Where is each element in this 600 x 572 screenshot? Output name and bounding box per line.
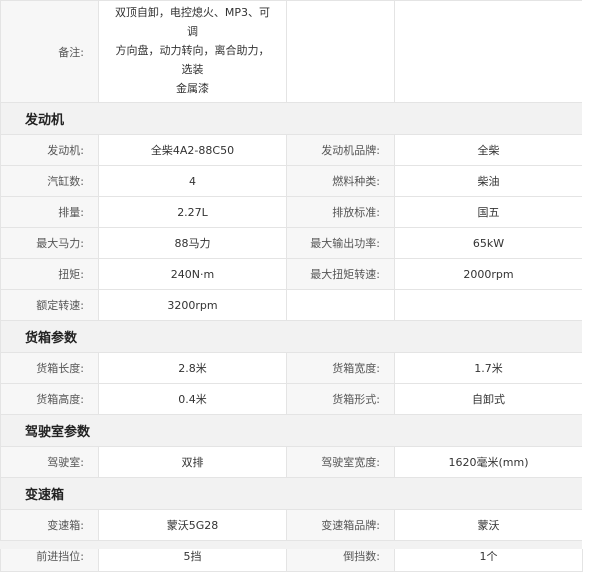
spec-label: 排量: <box>0 196 99 228</box>
notes-line: 双顶自卸，电控熄火、MP3、可调 <box>114 6 271 38</box>
notes-value: 双顶自卸，电控熄火、MP3、可调 方向盘，动力转向，离合助力，选装 金属漆 <box>98 0 287 103</box>
vehicle-spec-table: 备注: 双顶自卸，电控熄火、MP3、可调 方向盘，动力转向，离合助力，选装 金属… <box>0 0 583 572</box>
empty-cell <box>394 289 583 321</box>
spec-value: 蒙沃5G28 <box>98 509 287 541</box>
spec-label: 燃料种类: <box>286 165 395 197</box>
section-title: 发动机 <box>0 102 583 135</box>
table-row: 变速箱: 蒙沃5G28 变速箱品牌: 蒙沃 <box>0 509 583 541</box>
spec-label: 驾驶室宽度: <box>286 446 395 478</box>
spec-label: 额定转速: <box>0 289 99 321</box>
spec-label: 排放标准: <box>286 196 395 228</box>
spec-value: 全柴 <box>394 134 583 166</box>
spec-value: 88马力 <box>98 227 287 259</box>
spec-value: 2.8米 <box>98 352 287 384</box>
table-row: 额定转速: 3200rpm <box>0 289 583 321</box>
spec-value: 全柴4A2-88C50 <box>98 134 287 166</box>
table-row: 最大马力: 88马力 最大输出功率: 65kW <box>0 227 583 259</box>
section-title: 货箱参数 <box>0 320 583 353</box>
spec-label: 发动机品牌: <box>286 134 395 166</box>
spec-value: 1620毫米(mm) <box>394 446 583 478</box>
spec-value: 1.7米 <box>394 352 583 384</box>
section-gearbox: 变速箱 <box>0 477 583 510</box>
spec-value: 双排 <box>98 446 287 478</box>
section-title: 变速箱 <box>0 477 583 510</box>
section-cab: 驾驶室参数 <box>0 414 583 447</box>
spec-label: 最大马力: <box>0 227 99 259</box>
table-row: 扭矩: 240N·m 最大扭矩转速: 2000rpm <box>0 258 583 290</box>
empty-cell <box>394 0 583 103</box>
spec-label: 货箱形式: <box>286 383 395 415</box>
spec-value: 240N·m <box>98 258 287 290</box>
spec-value: 3200rpm <box>98 289 287 321</box>
next-section-edge <box>0 541 582 549</box>
notes-label: 备注: <box>0 0 99 103</box>
spec-value: 蒙沃 <box>394 509 583 541</box>
spec-label: 扭矩: <box>0 258 99 290</box>
page-margin <box>582 0 600 549</box>
spec-label: 变速箱品牌: <box>286 509 395 541</box>
spec-value: 2000rpm <box>394 258 583 290</box>
table-row: 货箱长度: 2.8米 货箱宽度: 1.7米 <box>0 352 583 384</box>
spec-label: 最大扭矩转速: <box>286 258 395 290</box>
spec-value: 4 <box>98 165 287 197</box>
table-row: 排量: 2.27L 排放标准: 国五 <box>0 196 583 228</box>
table-row: 汽缸数: 4 燃料种类: 柴油 <box>0 165 583 197</box>
spec-value: 2.27L <box>98 196 287 228</box>
notes-line: 金属漆 <box>176 82 209 95</box>
spec-label: 货箱宽度: <box>286 352 395 384</box>
spec-value: 柴油 <box>394 165 583 197</box>
spec-label: 驾驶室: <box>0 446 99 478</box>
notes-row: 备注: 双顶自卸，电控熄火、MP3、可调 方向盘，动力转向，离合助力，选装 金属… <box>0 0 583 103</box>
spec-value: 国五 <box>394 196 583 228</box>
spec-value: 65kW <box>394 227 583 259</box>
spec-value: 0.4米 <box>98 383 287 415</box>
section-cargo: 货箱参数 <box>0 320 583 353</box>
spec-label: 货箱长度: <box>0 352 99 384</box>
spec-label: 汽缸数: <box>0 165 99 197</box>
spec-label: 发动机: <box>0 134 99 166</box>
notes-line: 方向盘，动力转向，离合助力，选装 <box>115 44 270 76</box>
spec-value: 自卸式 <box>394 383 583 415</box>
spec-label: 货箱高度: <box>0 383 99 415</box>
section-title: 驾驶室参数 <box>0 414 583 447</box>
table-row: 货箱高度: 0.4米 货箱形式: 自卸式 <box>0 383 583 415</box>
table-row: 发动机: 全柴4A2-88C50 发动机品牌: 全柴 <box>0 134 583 166</box>
empty-cell <box>286 0 395 103</box>
spec-label: 变速箱: <box>0 509 99 541</box>
table-row: 驾驶室: 双排 驾驶室宽度: 1620毫米(mm) <box>0 446 583 478</box>
section-engine: 发动机 <box>0 102 583 135</box>
empty-cell <box>286 289 395 321</box>
spec-label: 最大输出功率: <box>286 227 395 259</box>
